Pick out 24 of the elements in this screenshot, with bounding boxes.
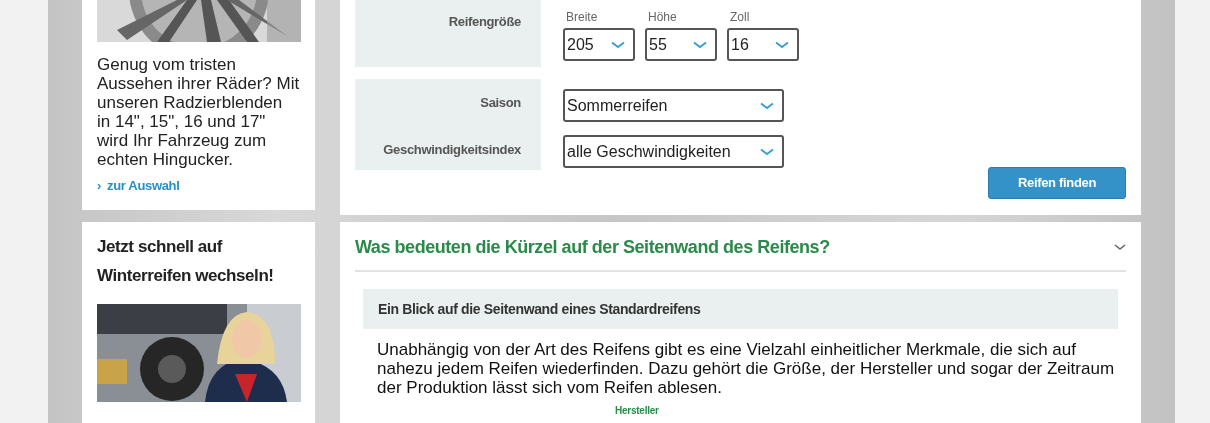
- chevron-down-icon: [760, 147, 774, 156]
- body-text: Unabhängig von der Art des Reifens gibt es eine Vielzahl einheitlicher Merkmale, die sich auf nahezu jedem Reifen wiederfinden. Dazu gehört die Größe, der Hersteller und sogar der Zeitraum der Produktion lässt sich vom Reifen ablesen.: [377, 340, 1116, 397]
- promo-text: Genug vom tristen Aussehen ihrer Räder? Mit unseren Radzierblenden in 14", 15", 16 und 17" wird Ihr Fahrzeug zum echten Hingucker.: [97, 55, 300, 169]
- chevron-down-icon: [693, 40, 707, 49]
- select-field[interactable]: 55: [645, 28, 717, 61]
- diagram-label: Hersteller: [615, 405, 659, 416]
- accordion-title[interactable]: Was bedeuten die Kürzel auf der Seitenwand des Reifens?: [355, 234, 830, 260]
- field-label: Zoll: [729, 9, 751, 25]
- subsection-heading: Ein Blick auf die Seitenwand eines Standardreifens: [378, 299, 701, 319]
- select-field[interactable]: 16: [727, 28, 799, 61]
- field-label: Breite: [565, 9, 599, 25]
- select-field[interactable]: Sommerreifen: [563, 89, 784, 122]
- select-field[interactable]: alle Geschwindigkeiten: [563, 135, 784, 168]
- chevron-down-icon: [775, 40, 789, 49]
- promo-link[interactable]: › zur Auswahl: [97, 176, 300, 196]
- select-field[interactable]: 205: [563, 28, 635, 61]
- chevron-down-icon[interactable]: [1114, 243, 1126, 251]
- section-heading: Jetzt schnell auf Winterreifen wechseln!: [97, 235, 275, 287]
- chevron-down-icon: [611, 40, 625, 49]
- chevron-down-icon: [760, 101, 774, 110]
- field-label: Höhe: [647, 9, 678, 25]
- label-panel: Reifengröße: [355, 0, 541, 67]
- field-label: Geschwindigkeitsindex: [383, 142, 521, 158]
- field-label: Saison: [480, 95, 521, 111]
